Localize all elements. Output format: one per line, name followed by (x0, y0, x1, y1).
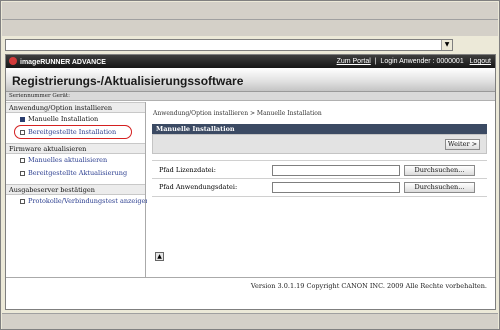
license-path-label: Pfad Lizenzdatei: (159, 166, 216, 174)
divider (152, 178, 487, 179)
license-browse-button[interactable]: Durchsuchen... (404, 165, 475, 176)
highlight-ring (14, 125, 132, 139)
bullet-icon (20, 171, 25, 176)
brand: imageRUNNER ADVANCE (9, 57, 106, 67)
app-path-input[interactable] (272, 182, 400, 193)
chevron-down-icon[interactable]: ▼ (441, 40, 452, 50)
browser-status-bar (2, 313, 498, 329)
browser-toolbar-secondary (2, 20, 498, 36)
browser-window: ▼ imageRUNNER ADVANCE Zum Portal | Login… (0, 0, 500, 330)
brand-name: imageRUNNER ADVANCE (20, 59, 106, 66)
license-path-input[interactable] (272, 165, 400, 176)
bullet-icon (20, 130, 25, 135)
copyright-footer: Version 3.0.1.19 Copyright CANON INC. 20… (250, 282, 487, 290)
bullet-icon (20, 199, 25, 204)
divider (152, 160, 487, 161)
sidebar-item-provided-update[interactable]: Bereitgestellte Aktualisierung (6, 167, 145, 180)
sidebar-item-label: Manuelles aktualisieren (28, 156, 108, 164)
footer-divider (6, 277, 495, 278)
divider (152, 196, 487, 197)
address-bar[interactable]: ▼ (5, 39, 453, 51)
top-header-bar: imageRUNNER ADVANCE Zum Portal | Login A… (6, 55, 495, 68)
sidebar-section-server: Ausgabeserver bestätigen (6, 184, 145, 195)
page-title: Registrierungs-/Aktualisierungssoftware (12, 74, 244, 88)
sidebar-item-label: Manuelle Installation (28, 115, 99, 123)
app-browse-button[interactable]: Durchsuchen... (404, 182, 475, 193)
device-serial-bar: Seriennummer Gerät: (6, 92, 495, 101)
bullet-icon (20, 158, 25, 163)
browser-toolbar (2, 2, 498, 20)
sidebar-item-logs[interactable]: Protokolle/Verbindungstest anzeigen (6, 195, 150, 208)
sidebar-section-firmware: Firmware aktualisieren (6, 143, 145, 154)
sidebar-section-install: Anwendung/Option installieren (6, 102, 145, 113)
sidebar-item-provided-install[interactable]: Bereitgestellte Installation (6, 125, 145, 139)
header-links: Zum Portal | Login Anwender : 0000001 Lo… (336, 58, 491, 65)
login-user-text: Login Anwender : 0000001 (380, 58, 464, 65)
main-content: Anwendung/Option installieren > Manuelle… (147, 102, 495, 277)
sidebar-item-label: Protokolle/Verbindungstest anzeigen (28, 197, 150, 205)
sidebar: Anwendung/Option installieren Manuelle I… (6, 102, 150, 277)
panel-actions: Weiter > (152, 134, 487, 154)
portal-link[interactable]: Zum Portal (337, 58, 371, 65)
sidebar-item-manual-update[interactable]: Manuelles aktualisieren (6, 154, 145, 167)
scroll-top-icon[interactable]: ▲ (155, 252, 164, 261)
bullet-icon (20, 117, 25, 122)
next-button[interactable]: Weiter > (445, 139, 480, 150)
sidebar-item-label: Bereitgestellte Aktualisierung (28, 169, 128, 177)
title-bar: Registrierungs-/Aktualisierungssoftware (6, 68, 495, 92)
panel-title: Manuelle Installation (152, 124, 487, 134)
app-path-label: Pfad Anwendungsdatei: (159, 183, 238, 191)
page-viewport: imageRUNNER ADVANCE Zum Portal | Login A… (5, 54, 496, 310)
breadcrumb: Anwendung/Option installieren > Manuelle… (153, 110, 322, 117)
canon-logo-icon (9, 57, 17, 65)
logout-link[interactable]: Logout (470, 58, 491, 65)
